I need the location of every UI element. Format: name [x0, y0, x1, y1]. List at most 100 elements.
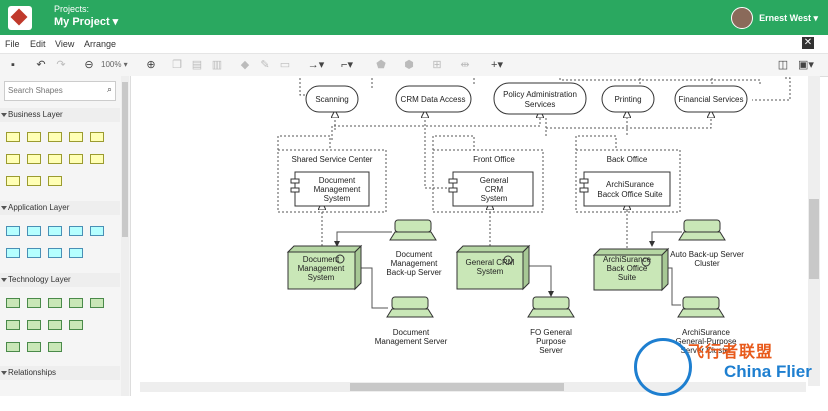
node-label: Back Office	[607, 264, 648, 273]
device-fo-general-purpose-server[interactable]	[532, 296, 570, 310]
menu-file[interactable]: File	[5, 39, 20, 49]
sidebar-scrollbar[interactable]	[121, 76, 129, 396]
business-shape[interactable]	[90, 154, 104, 164]
device-label: Cluster	[694, 259, 720, 268]
search-icon[interactable]: ⌕	[107, 84, 112, 95]
section-business-layer[interactable]: Business Layer	[0, 108, 120, 122]
application-shape[interactable]	[69, 248, 83, 258]
business-shape[interactable]	[90, 132, 104, 142]
technology-shape[interactable]	[6, 298, 20, 308]
watermark-en: China Flier	[724, 362, 812, 381]
delete-icon[interactable]: ▥	[210, 57, 224, 73]
section-label: Technology Layer	[8, 275, 71, 284]
zoom-out-icon[interactable]: ⊖	[82, 57, 96, 73]
application-shape[interactable]	[6, 226, 20, 236]
business-shape[interactable]	[69, 132, 83, 142]
scrollbar-thumb[interactable]	[350, 383, 564, 391]
component-label: CRM	[485, 185, 504, 194]
connection-style-icon[interactable]: →▾	[305, 57, 327, 73]
business-shape[interactable]	[69, 154, 83, 164]
application-shape[interactable]	[6, 248, 20, 258]
menu-edit[interactable]: Edit	[30, 39, 46, 49]
avatar	[731, 7, 754, 29]
business-shape[interactable]	[6, 176, 20, 186]
device-document-management-server[interactable]	[391, 296, 429, 310]
node-label: System	[308, 273, 335, 282]
to-back-icon[interactable]: ⬢	[400, 57, 418, 73]
application-shape[interactable]	[48, 248, 62, 258]
business-shape[interactable]	[48, 132, 62, 142]
service-label: Policy Administration	[503, 90, 577, 99]
application-shape[interactable]	[27, 248, 41, 258]
align-icon[interactable]: ⊞	[428, 57, 446, 73]
technology-shape[interactable]	[69, 298, 83, 308]
business-shape[interactable]	[6, 132, 20, 142]
device-label: Back-up Server	[386, 268, 441, 277]
to-front-icon[interactable]: ⬟	[372, 57, 390, 73]
service-label: Printing	[614, 95, 641, 104]
section-relationships[interactable]: Relationships	[0, 366, 120, 380]
component-archisurance-back-office-suite[interactable]	[583, 171, 671, 207]
device-label: Purpose	[536, 337, 566, 346]
waypoint-style-icon[interactable]: ⌐▾	[336, 57, 358, 73]
scrollbar-thumb[interactable]	[809, 199, 819, 279]
distribute-icon[interactable]: ⇹	[456, 57, 474, 73]
insert-icon[interactable]: +▾	[486, 57, 508, 73]
technology-shape[interactable]	[48, 320, 62, 330]
technology-shape[interactable]	[90, 298, 104, 308]
watermark-cn: 飞行者联盟	[688, 344, 774, 361]
business-shape[interactable]	[6, 154, 20, 164]
line-color-icon[interactable]: ✎	[258, 57, 272, 73]
business-shape[interactable]	[27, 132, 41, 142]
undo-icon[interactable]: ↶	[34, 57, 48, 73]
component-label: System	[481, 194, 508, 203]
format-panel-icon[interactable]: ◫	[776, 57, 790, 73]
application-shape[interactable]	[27, 226, 41, 236]
technology-shape[interactable]	[27, 320, 41, 330]
toolbar: ▪ ↶ ↷ ⊖ 100% ▾ ⊕ ❐ ▤ ▥ ◆ ✎ ▭ →▾ ⌐▾ ⬟ ⬢ ⊞…	[0, 53, 828, 77]
menu-view[interactable]: View	[55, 39, 74, 49]
breadcrumb: Projects:	[54, 4, 90, 14]
business-shape[interactable]	[48, 154, 62, 164]
service-label: CRM Data Access	[401, 95, 466, 104]
device-label: Auto Back-up Server	[670, 250, 744, 259]
component-label: General	[480, 176, 509, 185]
zoom-level[interactable]: 100% ▾	[101, 57, 128, 73]
copy-icon[interactable]: ❐	[170, 57, 184, 73]
node-label: ArchiSurance	[603, 255, 652, 264]
search-input[interactable]	[5, 82, 99, 98]
section-technology-layer[interactable]: Technology Layer	[0, 273, 120, 287]
device-archisurance-general-purpose-server-cluster[interactable]	[682, 296, 720, 310]
fill-color-icon[interactable]: ◆	[238, 57, 252, 73]
application-shape[interactable]	[69, 226, 83, 236]
close-icon[interactable]: ✕	[802, 37, 814, 49]
redo-icon[interactable]: ↷	[54, 57, 68, 73]
user-menu[interactable]: Ernest West ▾	[731, 7, 818, 29]
application-shape[interactable]	[90, 226, 104, 236]
technology-shape[interactable]	[6, 320, 20, 330]
scrollbar-thumb[interactable]	[122, 82, 128, 237]
paste-icon[interactable]: ▤	[190, 57, 204, 73]
menu-arrange[interactable]: Arrange	[84, 39, 116, 49]
project-selector[interactable]: My Project ▾	[54, 15, 118, 28]
zoom-in-icon[interactable]: ⊕	[144, 57, 158, 73]
shadow-icon[interactable]: ▭	[278, 57, 292, 73]
component-label: ArchiSurance	[606, 180, 655, 189]
technology-shape[interactable]	[48, 298, 62, 308]
technology-shape[interactable]	[27, 298, 41, 308]
business-shape[interactable]	[48, 176, 62, 186]
technology-shape[interactable]	[48, 342, 62, 352]
fullscreen-icon[interactable]: ▣▾	[796, 57, 816, 73]
group-label: Front Office	[473, 155, 515, 164]
technology-shape[interactable]	[6, 342, 20, 352]
business-shape[interactable]	[27, 154, 41, 164]
application-shape[interactable]	[48, 226, 62, 236]
device-document-management-backup-server[interactable]	[394, 219, 432, 233]
technology-shape[interactable]	[27, 342, 41, 352]
device-auto-backup-server-cluster[interactable]	[683, 219, 721, 233]
section-application-layer[interactable]: Application Layer	[0, 201, 120, 215]
group-label: Shared Service Center	[292, 155, 373, 164]
save-icon[interactable]: ▪	[6, 57, 20, 73]
technology-shape[interactable]	[69, 320, 83, 330]
business-shape[interactable]	[27, 176, 41, 186]
